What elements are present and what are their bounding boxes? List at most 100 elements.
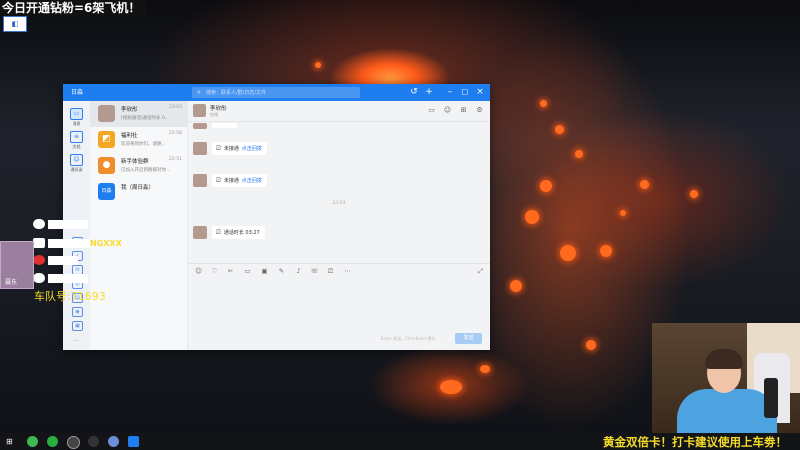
folder-icon[interactable]: ▭ xyxy=(427,106,436,115)
video-call-icon: ⎚ xyxy=(216,229,221,236)
viewer-name-bar xyxy=(48,274,88,283)
chat-icon: ▭ xyxy=(70,108,83,120)
more-icon[interactable]: ⋯ xyxy=(72,337,81,345)
conversation-time: 22:51 xyxy=(169,157,182,162)
message-input[interactable] xyxy=(188,278,490,350)
chat-app-icon[interactable] xyxy=(128,436,139,447)
microphone xyxy=(764,378,778,418)
browser-icon[interactable] xyxy=(27,436,38,447)
minimize-icon[interactable]: – xyxy=(444,86,456,98)
lava-glow xyxy=(690,190,698,198)
list-item[interactable]: ● 新手体验群 已加入开启新群都对你... 22:51 xyxy=(90,153,187,179)
avatar[interactable] xyxy=(193,123,207,129)
rail-item-label: 通讯录 xyxy=(70,167,83,172)
send-hint: Enter 发送，Ctrl+Enter 换行 xyxy=(381,336,436,341)
lava-glow xyxy=(315,62,321,68)
emoji-icon[interactable]: ☺ xyxy=(194,267,203,276)
video-icon[interactable]: ⎚ xyxy=(326,267,335,276)
team-label: 车队号: xyxy=(34,290,71,303)
conversation-list: 李欣彤 [视频通话]通话时长 0... 23:03 ◩ 福利社 欢迎来到你们、请… xyxy=(90,101,188,350)
callback-link[interactable]: 点击回拨 xyxy=(242,178,262,184)
avatar: 日淼 xyxy=(98,183,115,200)
rail-item-docs[interactable]: ≡ 文档 xyxy=(67,131,86,150)
lava-glow xyxy=(640,180,649,189)
chat-window: 日淼 ⌕ ↺ + – □ × ▭ 消息 ≡ 文档 ☺ 通讯录 ▦ ✓ ✉ ◎ ▤… xyxy=(63,84,490,350)
conversation-time: 22:58 xyxy=(169,131,182,136)
team-number: 71693 xyxy=(70,290,106,303)
user-icon[interactable]: ☺ xyxy=(443,106,452,115)
more-apps-icon[interactable]: ⊞ xyxy=(459,106,468,115)
lava-glow xyxy=(575,150,583,158)
lava-glow xyxy=(620,210,626,216)
lava-glow xyxy=(586,340,596,350)
app-icon[interactable] xyxy=(67,436,80,449)
webcam-feed xyxy=(652,323,800,433)
app-icon[interactable] xyxy=(88,436,99,447)
more-icon[interactable]: ⋯ xyxy=(343,267,352,276)
gift-icon: ◩ xyxy=(98,131,115,148)
send-button[interactable]: 发送 xyxy=(455,333,482,344)
image-icon[interactable]: ▣ xyxy=(260,267,269,276)
conversation-preview: [视频通话]通话时长 0... xyxy=(121,116,170,121)
lava-glow xyxy=(480,365,490,373)
viewer-name-bar xyxy=(48,220,88,229)
team-id: 车队号:71693 xyxy=(34,288,106,304)
avatar[interactable] xyxy=(193,104,206,117)
conversation-name: 我（周日淼） xyxy=(121,185,155,191)
avatar xyxy=(98,105,115,122)
settings-icon[interactable]: ⚙ xyxy=(475,106,484,115)
app-icon[interactable]: ◉ xyxy=(72,307,83,317)
title-bar[interactable]: 日淼 ⌕ ↺ + – □ × xyxy=(63,84,490,101)
search-input[interactable] xyxy=(206,87,356,98)
list-item[interactable]: 日淼 我（周日淼） xyxy=(90,179,187,205)
search-box[interactable]: ⌕ xyxy=(192,87,360,98)
avatar[interactable] xyxy=(193,142,207,155)
lava-glow xyxy=(555,125,564,134)
voice-call-icon[interactable]: ☏ xyxy=(310,267,319,276)
lava-glow xyxy=(540,100,547,107)
avatar[interactable] xyxy=(193,174,207,187)
avatar[interactable] xyxy=(193,226,207,239)
composer-toolbar: ☺ ♡ ✂ ▭ ▣ ✎ ♪ ☏ ⎚ ⋯ ⤢ xyxy=(188,263,490,279)
folder-icon[interactable]: ▭ xyxy=(243,267,252,276)
maximize-icon[interactable]: □ xyxy=(459,86,471,98)
video-call-icon: ⎚ xyxy=(216,177,221,184)
message-text: 未接通 xyxy=(223,146,239,152)
webcam-person-hair xyxy=(705,349,743,369)
wechat-icon[interactable] xyxy=(47,436,58,447)
message-bubble: ⎚ 未接通 点击回拨 xyxy=(212,174,267,187)
rail-item-contacts[interactable]: ☺ 通讯录 xyxy=(67,154,86,173)
list-item[interactable]: ◩ 福利社 欢迎来到你们、请随... 22:58 xyxy=(90,127,187,153)
close-icon[interactable]: × xyxy=(474,86,486,98)
windows-start-icon[interactable]: ⊞ xyxy=(6,437,15,446)
add-icon[interactable]: + xyxy=(423,86,435,98)
doc-icon: ≡ xyxy=(70,131,83,143)
cloud-icon xyxy=(33,238,45,248)
viewer-name-bar xyxy=(48,239,90,248)
history-icon[interactable]: ↺ xyxy=(408,86,420,98)
list-item[interactable]: 李欣彤 [视频通话]通话时长 0... 23:03 xyxy=(90,101,187,127)
cloud-icon xyxy=(33,273,45,283)
lava-glow xyxy=(525,210,539,224)
video-call-icon: ⎚ xyxy=(216,145,221,152)
scissors-icon[interactable]: ✂ xyxy=(226,267,235,276)
mic-icon[interactable]: ♪ xyxy=(294,267,303,276)
conversation-name: 李欣彤 xyxy=(121,107,138,113)
webcam-person-body xyxy=(677,389,777,433)
edit-icon[interactable]: ✎ xyxy=(277,267,286,276)
target-icon xyxy=(33,255,45,265)
meeting-icon[interactable]: ▣ xyxy=(72,321,83,331)
team-tag: NGXXX xyxy=(90,239,122,248)
callback-link[interactable]: 点击回拨 xyxy=(242,146,262,152)
conversation-name: 福利社 xyxy=(121,133,138,139)
rail-item-messages[interactable]: ▭ 消息 xyxy=(67,108,86,127)
expand-icon[interactable]: ⤢ xyxy=(476,267,485,276)
message-bubble: ⎚ 未接通 点击回拨 xyxy=(212,142,267,155)
like-icon[interactable]: ♡ xyxy=(210,267,219,276)
stream-bottom-banner: 黄金双倍卡！打卡建议使用上车劵！ xyxy=(603,435,787,449)
chat-panel: 李欣彤 在线 ▭ ☺ ⊞ ⚙ ⎚ 未接通 点击回拨 ⎚ 未接通 点击回拨 23:03 ⎚… xyxy=(188,101,490,350)
conversation-name: 新手体验群 xyxy=(121,159,149,165)
viewer-name-bar xyxy=(48,256,78,265)
app-icon[interactable] xyxy=(108,436,119,447)
lava-glow xyxy=(540,180,552,192)
